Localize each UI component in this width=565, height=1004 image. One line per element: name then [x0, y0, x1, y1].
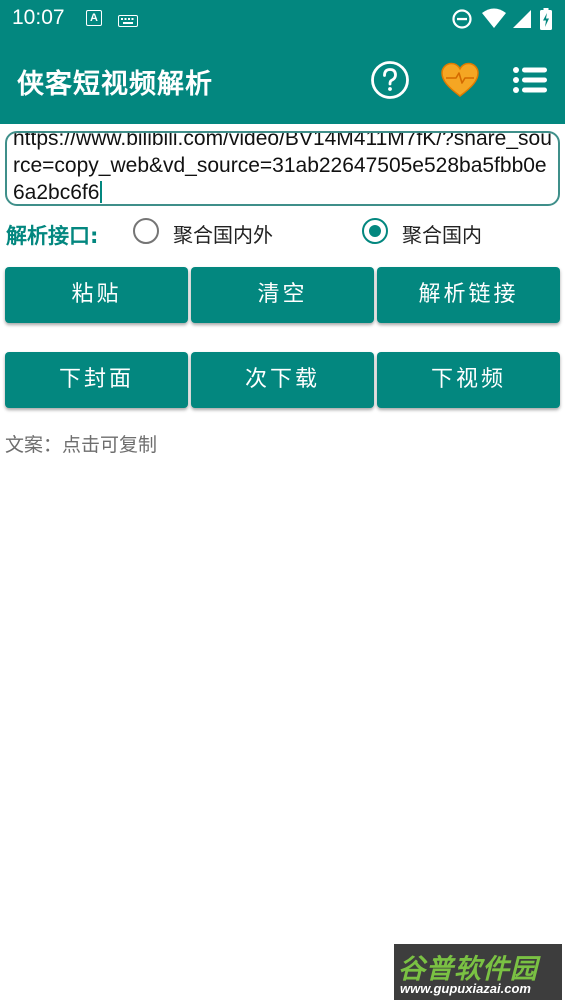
help-icon[interactable]: [368, 58, 412, 102]
interface-label: 解析接口:: [6, 224, 99, 248]
copy-hint-text[interactable]: 文案：点击可复制: [5, 430, 157, 457]
watermark-logo: 谷普软件园 www.gupuxiazai.com: [394, 944, 562, 1000]
battery-icon: [540, 8, 552, 30]
status-bar: 10:07 A: [0, 0, 565, 38]
url-input-text[interactable]: https://www.bilibili.com/video/BV14M411M…: [13, 131, 558, 204]
menu-list-icon[interactable]: [508, 58, 552, 102]
radio-label-domestic: 聚合国内: [402, 223, 482, 247]
url-input[interactable]: https://www.bilibili.com/video/BV14M411M…: [5, 131, 560, 206]
wifi-icon: [482, 8, 506, 28]
dnd-icon: [452, 9, 472, 29]
download-cover-button[interactable]: 下封面: [5, 352, 188, 408]
notification-a-icon: A: [86, 10, 102, 26]
radio-option-domestic[interactable]: 聚合国内: [362, 218, 522, 248]
radio-label-global: 聚合国内外: [173, 223, 273, 247]
heart-icon[interactable]: [438, 58, 482, 102]
url-value: https://www.bilibili.com/video/BV14M411M…: [13, 131, 552, 204]
radio-checked-icon[interactable]: [362, 218, 388, 244]
app-toolbar: 侠客短视频解析: [0, 38, 565, 124]
watermark-url: www.gupuxiazai.com: [400, 981, 531, 996]
parse-link-button[interactable]: 解析链接: [377, 267, 560, 323]
radio-option-global[interactable]: 聚合国内外: [133, 218, 313, 248]
status-time: 10:07: [12, 6, 65, 29]
text-caret: [100, 181, 103, 203]
keyboard-icon: [118, 12, 138, 31]
download-video-button[interactable]: 下视频: [377, 352, 560, 408]
paste-button[interactable]: 粘贴: [5, 267, 188, 323]
clear-button[interactable]: 清空: [191, 267, 374, 323]
signal-icon: [513, 10, 531, 28]
secondary-download-button[interactable]: 次下载: [191, 352, 374, 408]
radio-unchecked-icon[interactable]: [133, 218, 159, 244]
app-title: 侠客短视频解析: [17, 69, 213, 100]
